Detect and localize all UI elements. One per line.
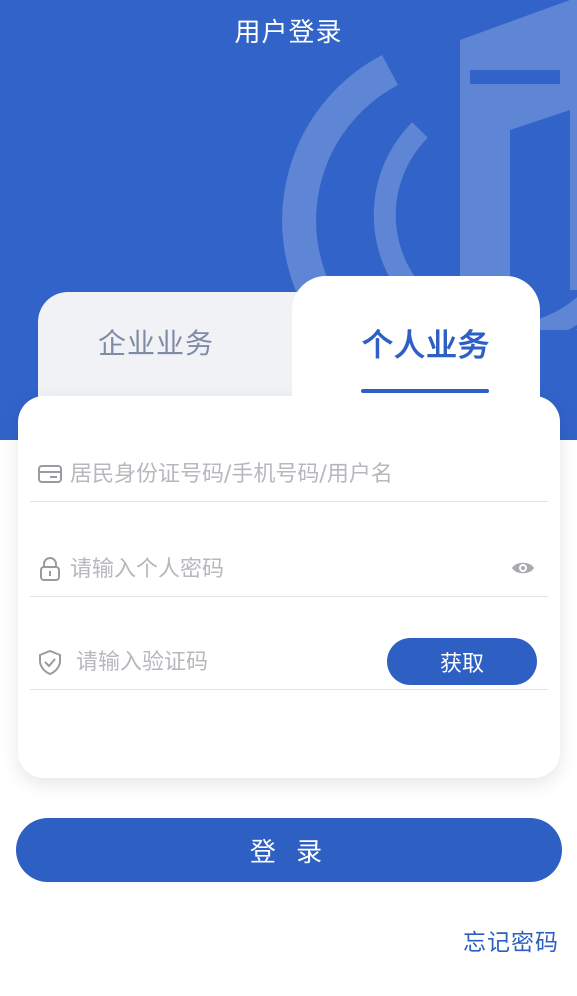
password-input[interactable]: [70, 551, 470, 587]
password-field: [30, 545, 548, 597]
login-page: 用户登录 企业业务 个人业务 居民身份证号码/手机号码/用户名 请输入验证码 获…: [0, 0, 577, 996]
tab-enterprise-label[interactable]: 企业业务: [98, 322, 214, 362]
login-button[interactable]: 登 录: [16, 818, 562, 882]
get-code-button[interactable]: 获取: [387, 638, 537, 685]
page-title: 用户登录: [234, 18, 343, 48]
captcha-input[interactable]: [76, 644, 376, 680]
shield-check-icon: [39, 649, 61, 676]
id-card-icon: [38, 465, 62, 483]
tab-personal-label[interactable]: 个人业务: [362, 320, 490, 365]
username-field: [30, 450, 548, 502]
lock-icon: [40, 557, 60, 581]
eye-icon[interactable]: [510, 555, 536, 581]
forgot-password-link[interactable]: 忘记密码: [463, 923, 559, 957]
username-input[interactable]: [70, 456, 470, 492]
active-tab-indicator: [361, 389, 489, 393]
